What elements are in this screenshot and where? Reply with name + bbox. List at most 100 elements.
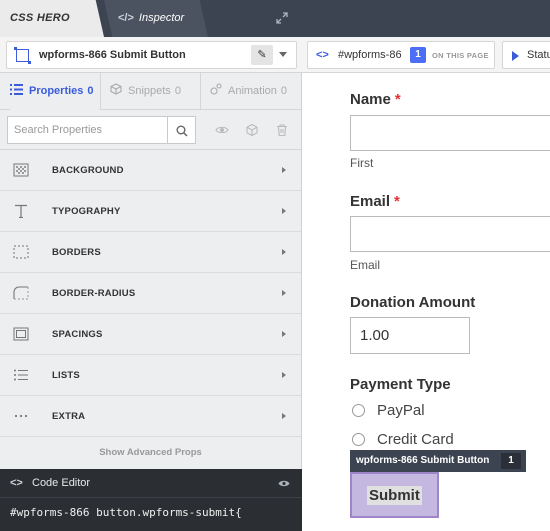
property-label: SPACINGS	[52, 329, 103, 340]
property-label: BORDERS	[52, 247, 101, 258]
selector-path[interactable]: <> #wpforms-86 1 ON THIS PAGE	[307, 41, 495, 69]
tab-snippets-count: 0	[174, 85, 181, 97]
property-search-row	[0, 110, 301, 150]
chevron-right-icon	[282, 249, 286, 255]
chevron-right-icon	[282, 413, 286, 419]
search-button[interactable]	[168, 116, 196, 144]
selector-bar: wpforms-866 Submit Button ✎ <> #wpforms-…	[0, 37, 550, 73]
property-background[interactable]: BACKGROUND	[0, 150, 301, 191]
status-label: Statu	[527, 49, 550, 61]
tooltip-count-badge: 1	[501, 453, 521, 469]
submit-highlight[interactable]: Submit	[350, 472, 439, 518]
top-bar: CSS HERO </> Inspector	[0, 0, 550, 37]
property-label: TYPOGRAPHY	[52, 206, 121, 217]
expand-icon[interactable]	[276, 12, 288, 24]
tab-animation-count: 0	[280, 85, 288, 97]
typography-icon	[15, 204, 27, 218]
chevron-down-icon[interactable]	[279, 52, 287, 57]
radio-paypal[interactable]	[352, 404, 365, 417]
chevron-right-icon	[282, 331, 286, 337]
tab-divider	[200, 73, 201, 110]
borders-icon	[13, 245, 29, 259]
code-line[interactable]: #wpforms-866 button.wpforms-submit{	[10, 506, 242, 519]
name-label: Name *	[350, 91, 401, 108]
element-selector[interactable]: wpforms-866 Submit Button ✎	[6, 41, 297, 69]
code-editor-title: Code Editor	[32, 477, 91, 489]
inspector-label: Inspector	[138, 12, 185, 24]
donation-amount-input[interactable]: 1.00	[350, 317, 470, 354]
status-button[interactable]: Statu	[502, 41, 550, 69]
property-lists[interactable]: LISTS	[0, 355, 301, 396]
play-icon	[512, 51, 519, 61]
element-tooltip: wpforms-866 Submit Button 1	[350, 450, 526, 472]
search-properties-input[interactable]	[7, 116, 168, 144]
required-mark: *	[394, 91, 401, 108]
tab-css-hero[interactable]: CSS HERO	[0, 0, 104, 37]
code-icon: </>	[118, 12, 134, 24]
chevron-right-icon	[282, 208, 286, 214]
on-this-page-label: ON THIS PAGE	[432, 51, 489, 60]
property-spacings[interactable]: SPACINGS	[0, 314, 301, 355]
form-preview: Name * First Email * Email Donation Amount…	[302, 73, 550, 531]
payment-type-label: Payment Type	[350, 376, 451, 393]
cube-icon	[110, 83, 122, 95]
panel-tabs: Properties 0 Snippets 0 Animation 0	[0, 73, 301, 110]
credit-card-label[interactable]: Credit Card	[377, 431, 454, 448]
tab-properties-count: 0	[87, 85, 94, 97]
property-borders[interactable]: BORDERS	[0, 232, 301, 273]
tab-snippets-label: Snippets	[128, 85, 171, 97]
border-radius-icon	[13, 286, 29, 300]
code-icon: <>	[316, 49, 329, 61]
email-label: Email *	[350, 193, 400, 210]
name-first-input[interactable]	[350, 115, 550, 151]
select-element-icon	[14, 47, 31, 64]
property-typography[interactable]: TYPOGRAPHY	[0, 191, 301, 232]
eye-icon[interactable]	[215, 123, 229, 137]
trash-icon[interactable]	[275, 123, 289, 137]
css-hero-logo: CSS HERO	[10, 12, 70, 24]
property-border-radius[interactable]: BORDER-RADIUS	[0, 273, 301, 314]
donation-amount-label: Donation Amount	[350, 294, 476, 311]
property-label: EXTRA	[52, 411, 86, 422]
lists-icon	[14, 369, 28, 381]
radio-credit-card[interactable]	[352, 433, 365, 446]
chevron-right-icon	[282, 372, 286, 378]
chevron-right-icon	[282, 167, 286, 173]
spacings-icon	[13, 327, 29, 341]
animation-icon	[210, 83, 222, 95]
tab-animation[interactable]: Animation 0	[210, 73, 300, 110]
background-icon	[13, 163, 29, 177]
first-sublabel: First	[350, 156, 374, 170]
list-icon	[10, 84, 23, 95]
property-label: BACKGROUND	[52, 165, 124, 176]
code-icon: <>	[10, 477, 23, 489]
cube-icon[interactable]	[245, 123, 259, 137]
show-advanced-props-button[interactable]: Show Advanced Props	[0, 437, 301, 469]
email-input[interactable]	[350, 216, 550, 252]
properties-panel: Properties 0 Snippets 0 Animation 0 Sear…	[0, 73, 302, 531]
edit-pencil-icon[interactable]: ✎	[251, 45, 273, 65]
property-label: BORDER-RADIUS	[52, 288, 136, 299]
extra-icon	[14, 414, 28, 418]
paypal-label[interactable]: PayPal	[377, 402, 425, 419]
email-sublabel: Email	[350, 258, 381, 272]
chevron-right-icon	[282, 290, 286, 296]
tab-divider	[100, 73, 101, 110]
search-icon	[176, 125, 188, 137]
name-label-text: Name	[350, 91, 391, 108]
tab-properties-label: Properties	[29, 85, 84, 97]
code-editor-header[interactable]: <> Code Editor	[0, 469, 302, 498]
property-extra[interactable]: EXTRA	[0, 396, 301, 437]
tooltip-label: wpforms-866 Submit Button	[356, 455, 490, 466]
selector-path-text: #wpforms-86	[338, 49, 402, 61]
submit-button[interactable]: Submit	[367, 486, 422, 505]
property-label: LISTS	[52, 370, 80, 381]
tab-properties[interactable]: Properties 0	[10, 73, 100, 110]
tab-animation-label: Animation	[228, 85, 277, 97]
eye-icon[interactable]	[278, 479, 290, 488]
required-mark: *	[394, 193, 400, 210]
tab-snippets[interactable]: Snippets 0	[110, 73, 200, 110]
tab-inspector[interactable]: </> Inspector	[104, 0, 208, 37]
match-count-badge: 1	[410, 47, 426, 63]
email-label-text: Email	[350, 193, 391, 210]
